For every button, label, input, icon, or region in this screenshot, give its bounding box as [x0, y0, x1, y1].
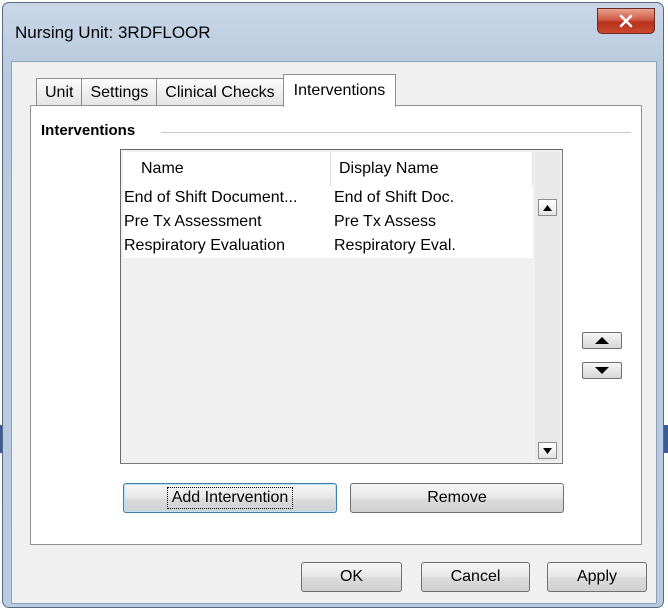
column-header-display-name[interactable]: Display Name — [331, 152, 533, 186]
group-divider — [161, 132, 631, 134]
list-content: Name Display Name End of Shift Document.… — [123, 152, 533, 461]
cancel-button[interactable]: Cancel — [421, 562, 530, 592]
apply-button[interactable]: Apply — [547, 562, 647, 592]
list-item[interactable]: Respiratory Evaluation Respiratory Eval. — [123, 234, 533, 258]
tab-strip: Unit Settings Clinical Checks Interventi… — [36, 74, 397, 107]
scroll-up-button[interactable] — [538, 199, 557, 216]
close-icon — [619, 14, 633, 28]
tab-settings[interactable]: Settings — [81, 78, 158, 106]
list-item[interactable]: Pre Tx Assessment Pre Tx Assess — [123, 210, 533, 234]
interventions-list[interactable]: Name Display Name End of Shift Document.… — [120, 149, 563, 464]
move-up-button[interactable] — [582, 332, 622, 349]
interventions-tab-panel: Interventions Name Display Name End of S… — [30, 105, 642, 545]
list-item-display-name: End of Shift Doc. — [334, 189, 455, 206]
list-item-name: Respiratory Evaluation — [124, 237, 285, 254]
ok-label: OK — [339, 568, 364, 585]
column-header-name[interactable]: Name — [123, 152, 331, 186]
move-down-button[interactable] — [582, 362, 622, 379]
scroll-down-button[interactable] — [538, 442, 557, 459]
dialog-client-area: Unit Settings Clinical Checks Interventi… — [11, 61, 657, 604]
dialog-window: Nursing Unit: 3RDFLOOR Unit Settings Cli… — [2, 2, 664, 608]
add-intervention-label: Add Intervention — [166, 487, 294, 509]
apply-label: Apply — [576, 568, 618, 585]
scroll-down-arrow-icon — [543, 447, 552, 454]
tab-unit[interactable]: Unit — [36, 78, 83, 106]
ok-button[interactable]: OK — [301, 562, 402, 592]
scroll-up-arrow-icon — [543, 204, 552, 211]
title-bar[interactable]: Nursing Unit: 3RDFLOOR — [3, 3, 663, 61]
window-title: Nursing Unit: 3RDFLOOR — [15, 23, 211, 42]
remove-button[interactable]: Remove — [350, 483, 564, 513]
list-item-display-name: Respiratory Eval. — [334, 237, 456, 254]
list-header: Name Display Name — [123, 152, 533, 186]
tab-interventions[interactable]: Interventions — [282, 74, 397, 107]
add-intervention-button[interactable]: Add Intervention — [123, 483, 337, 513]
interventions-group-title: Interventions — [41, 122, 142, 139]
move-down-arrow-icon — [595, 367, 609, 374]
remove-label: Remove — [427, 489, 487, 506]
list-item-name: Pre Tx Assessment — [124, 213, 262, 230]
list-item-display-name: Pre Tx Assess — [334, 213, 436, 230]
list-item[interactable]: End of Shift Document... End of Shift Do… — [123, 186, 533, 210]
cancel-label: Cancel — [450, 568, 501, 585]
move-up-arrow-icon — [595, 337, 609, 344]
vertical-scrollbar[interactable] — [535, 152, 560, 461]
close-button[interactable] — [597, 8, 655, 34]
tab-clinical-checks[interactable]: Clinical Checks — [156, 78, 284, 106]
list-item-name: End of Shift Document... — [124, 189, 298, 206]
right-edge-mark — [664, 425, 668, 453]
